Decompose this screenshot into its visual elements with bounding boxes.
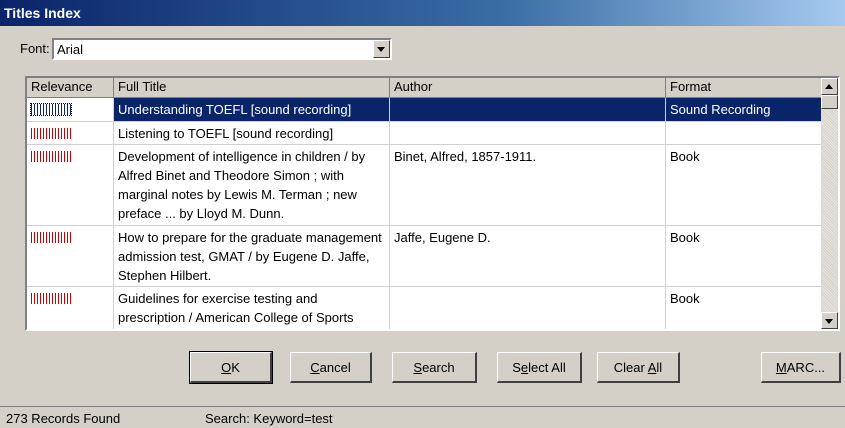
records-count: 273 Records Found	[6, 411, 121, 426]
scroll-up-icon[interactable]	[821, 78, 838, 95]
column-header-author[interactable]: Author	[390, 78, 666, 98]
relevance-bar	[31, 232, 71, 243]
row-format: Book	[666, 145, 822, 226]
cancel-button[interactable]: Cancel	[290, 352, 372, 383]
relevance-bar	[30, 103, 72, 116]
chevron-down-icon[interactable]	[373, 40, 390, 58]
row-title: Development of intelligence in children …	[114, 145, 390, 226]
row-format: Book	[666, 226, 822, 287]
row-author	[390, 122, 666, 145]
titles-table: Relevance Full Title Author Format Under…	[25, 76, 840, 331]
row-author: Jaffe, Eugene D.	[390, 226, 666, 287]
select-all-button[interactable]: Select All	[497, 352, 582, 383]
relevance-bar	[31, 128, 71, 139]
table-row[interactable]: How to prepare for the graduate manageme…	[27, 226, 822, 287]
row-format: Book	[666, 287, 822, 329]
column-header-format[interactable]: Format	[666, 78, 822, 98]
scroll-thumb[interactable]	[821, 95, 838, 109]
table-row[interactable]: Development of intelligence in children …	[27, 145, 822, 226]
table-row[interactable]: Listening to TOEFL [sound recording]	[27, 122, 822, 145]
table-row[interactable]: Guidelines for exercise testing and pres…	[27, 287, 822, 329]
search-query: Search: Keyword=test	[205, 411, 333, 426]
table-row[interactable]: Understanding TOEFL [sound recording] So…	[27, 98, 822, 122]
relevance-bar	[31, 293, 71, 304]
row-format: Sound Recording	[666, 98, 822, 122]
clear-all-button[interactable]: Clear All	[597, 352, 680, 383]
vertical-scrollbar[interactable]	[821, 78, 838, 329]
row-author	[390, 98, 666, 122]
ok-button[interactable]: OK	[189, 351, 273, 384]
scroll-down-icon[interactable]	[821, 312, 838, 329]
column-header-relevance[interactable]: Relevance	[27, 78, 114, 98]
status-bar: 273 Records Found Search: Keyword=test	[0, 406, 845, 428]
title-bar: Titles Index	[0, 0, 845, 26]
row-title: Guidelines for exercise testing and pres…	[114, 287, 390, 329]
font-dropdown[interactable]: Arial	[52, 38, 392, 60]
window-title: Titles Index	[4, 5, 81, 21]
marc-button[interactable]: MARC...	[761, 352, 841, 383]
column-header-full-title[interactable]: Full Title	[114, 78, 390, 98]
row-title: Listening to TOEFL [sound recording]	[114, 122, 390, 145]
row-title: How to prepare for the graduate manageme…	[114, 226, 390, 287]
font-label: Font:	[20, 41, 50, 56]
row-author	[390, 287, 666, 329]
font-dropdown-value: Arial	[57, 42, 84, 57]
row-author: Binet, Alfred, 1857-1911.	[390, 145, 666, 226]
relevance-bar	[31, 151, 71, 162]
row-title: Understanding TOEFL [sound recording]	[114, 98, 390, 122]
row-format	[666, 122, 822, 145]
search-button[interactable]: Search	[392, 352, 477, 383]
